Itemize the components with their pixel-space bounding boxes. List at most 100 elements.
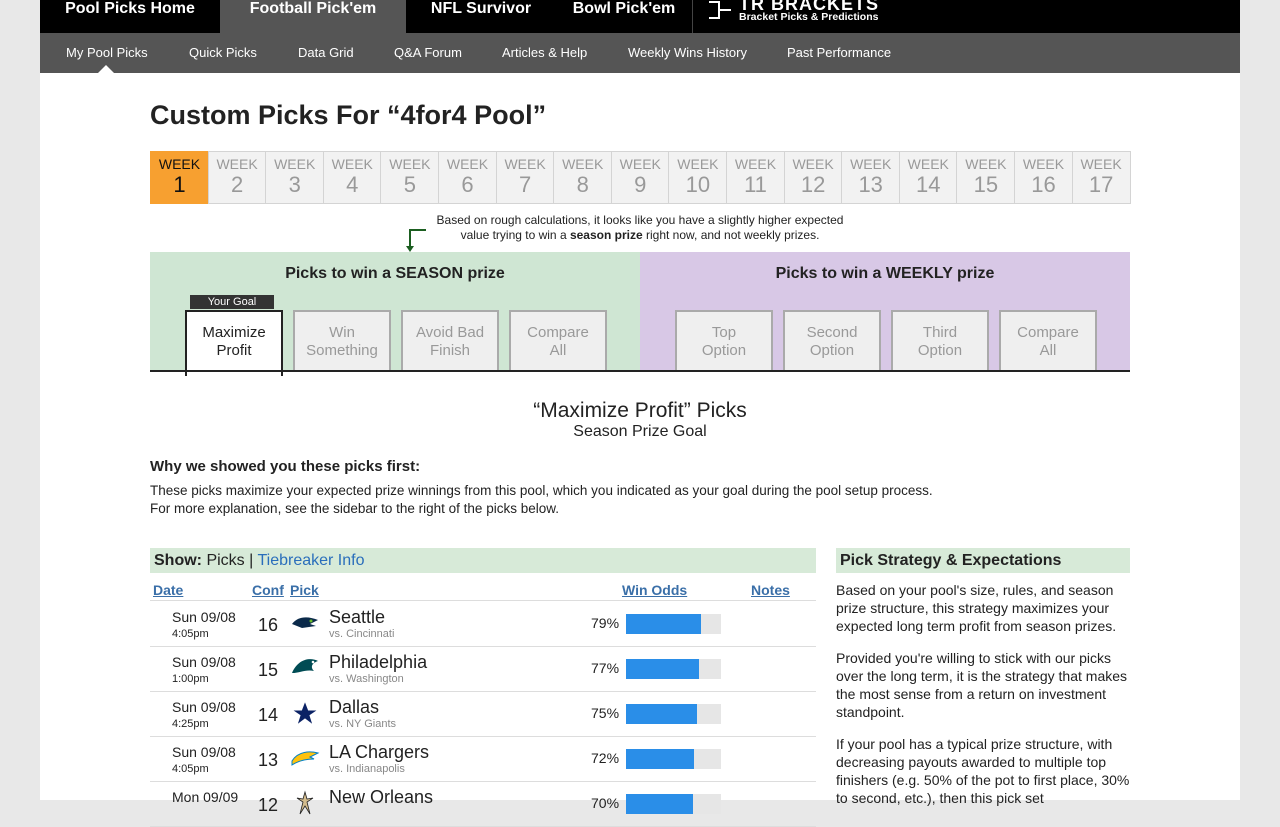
sidebar-paragraph-1: Based on your pool's size, rules, and se… (836, 582, 1117, 634)
week-tab-2[interactable]: WEEK 2 (207, 151, 267, 204)
option-compare-all-season[interactable]: Compare All (509, 310, 607, 372)
tab-label: NFL Survivor (430, 0, 532, 17)
show-label: Show: (154, 552, 202, 569)
active-indicator-caret (98, 65, 114, 73)
pick-row[interactable]: Sun 09/08 4:05pm 13 LA Chargers vs. Indianap… (150, 736, 816, 782)
win-odds-column-header[interactable]: Win Odds (622, 582, 687, 598)
goal-tabs-baseline (150, 370, 1130, 372)
week-tab-16[interactable]: WEEK 16 (1014, 151, 1073, 204)
opponent: vs. Indianapolis (329, 763, 405, 775)
week-number: 3 (288, 172, 301, 197)
subnav-quick-picks[interactable]: Quick Picks (189, 45, 257, 60)
tiebreaker-info-link[interactable]: Tiebreaker Info (257, 552, 364, 569)
tab-label: Bowl Pick'em (572, 0, 676, 17)
week-number: 11 (744, 172, 767, 197)
week-label: WEEK (677, 156, 719, 172)
tab-bowl-pickem[interactable]: Bowl Pick'em (556, 0, 692, 33)
week-tab-9[interactable]: WEEK 9 (610, 151, 670, 204)
option-maximize-profit[interactable]: Maximize Profit (185, 310, 283, 376)
week-number: 2 (230, 172, 244, 197)
week-number: 14 (916, 172, 941, 197)
top-navigation: Pool Picks Home Football Pick'em NFL Sur… (40, 0, 1240, 33)
week-tab-14[interactable]: WEEK 14 (898, 151, 958, 204)
week-tab-4[interactable]: WEEK 4 (322, 151, 382, 204)
option-top-option[interactable]: Top Option (675, 310, 773, 372)
week-tab-13[interactable]: WEEK 13 (841, 151, 901, 204)
week-label: WEEK (274, 156, 316, 172)
week-tab-5[interactable]: WEEK 5 (380, 151, 440, 204)
opponent: vs. NY Giants (329, 718, 397, 730)
sidebar-title: Pick Strategy & Expectations (836, 548, 1130, 573)
sub-navigation: My Pool Picks Quick Picks Data Grid Q&A … (40, 33, 1240, 73)
picked-team[interactable]: Philadelphia (329, 652, 427, 673)
week-label: WEEK (331, 156, 373, 172)
pick-column-header[interactable]: Pick (290, 582, 319, 598)
week-tab-7[interactable]: WEEK 7 (495, 151, 555, 204)
week-label: WEEK (965, 156, 1007, 172)
game-date: Mon 09/09 (172, 789, 239, 805)
win-odds-percent: 72% (591, 750, 620, 766)
weekly-prize-title: Picks to win a WEEKLY prize (775, 265, 995, 282)
week-tab-12[interactable]: WEEK 12 (783, 151, 843, 204)
week-tab-1[interactable]: WEEK 1 (150, 151, 209, 204)
week-tab-3[interactable]: WEEK 3 (265, 151, 325, 204)
week-number: 6 (461, 172, 474, 197)
conf-column-header[interactable]: Conf (252, 582, 284, 598)
why-line-1: These picks maximize your expected prize… (150, 483, 933, 498)
bracket-icon (709, 1, 731, 19)
game-date: Sun 09/08 (172, 609, 236, 625)
option-win-something[interactable]: Win Something (293, 310, 391, 372)
picked-team[interactable]: Seattle (329, 607, 385, 628)
week-number: 5 (403, 172, 417, 197)
pick-row[interactable]: Sun 09/08 4:25pm 14 Dallas vs. NY Giants 75% (150, 691, 816, 737)
option-third-option[interactable]: Third Option (891, 310, 989, 372)
subnav-past-performance[interactable]: Past Performance (787, 45, 891, 60)
tr-brackets-brand[interactable]: TR BRACKETS Bracket Picks & Predictions (692, 0, 878, 33)
option-avoid-bad-finish[interactable]: Avoid Bad Finish (401, 310, 499, 372)
hint-line-1: Based on rough calculations, it looks li… (436, 213, 844, 227)
game-time: 4:05pm (172, 628, 209, 640)
week-number: 12 (800, 172, 826, 197)
date-column-header[interactable]: Date (153, 582, 183, 598)
week-number: 1 (173, 172, 186, 197)
hint-emphasis: season prize (569, 228, 643, 242)
pick-row[interactable]: Mon 09/09 12 New Orleans 70% (150, 781, 816, 827)
win-odds-bar-fill (626, 749, 695, 769)
week-tab-10[interactable]: WEEK 10 (668, 151, 728, 204)
picked-team[interactable]: Dallas (329, 697, 379, 718)
win-odds-percent: 79% (591, 615, 620, 631)
week-number: 10 (685, 172, 711, 197)
subnav-weekly-wins-history[interactable]: Weekly Wins History (628, 45, 747, 60)
picked-team[interactable]: LA Chargers (329, 742, 429, 763)
picks-section-subtitle: Season Prize Goal (573, 423, 707, 440)
subnav-data-grid[interactable]: Data Grid (298, 45, 354, 60)
tab-football-pickem[interactable]: Football Pick'em (220, 0, 406, 33)
week-selector: WEEK 1 WEEK 2 WEEK 3 WEEK 4 WEEK 5 WEEK 6 WEEK 7 WEEK 8… (150, 151, 1131, 204)
subnav-qa-forum[interactable]: Q&A Forum (394, 45, 462, 60)
week-label: WEEK (907, 156, 949, 172)
week-tab-15[interactable]: WEEK 15 (956, 151, 1016, 204)
cowboys-logo-icon (290, 699, 320, 727)
tab-nfl-survivor[interactable]: NFL Survivor (406, 0, 556, 33)
option-second-option[interactable]: Second Option (783, 310, 881, 372)
notes-column-header[interactable]: Notes (751, 582, 790, 598)
pick-row[interactable]: Sun 09/08 4:05pm 16 Seattle vs. Cincinnati 79… (150, 601, 816, 647)
week-tab-8[interactable]: WEEK 8 (553, 151, 613, 204)
picked-team[interactable]: New Orleans (329, 787, 433, 808)
why-explanation: These picks maximize your expected prize… (150, 482, 1050, 518)
why-line-2: For more explanation, see the sidebar to… (150, 501, 559, 516)
arrow-down-icon (406, 229, 426, 252)
week-tab-11[interactable]: WEEK 11 (726, 151, 785, 204)
subnav-articles-help[interactable]: Articles & Help (502, 45, 587, 60)
week-number: 17 (1088, 172, 1114, 197)
win-odds-bar-fill (626, 614, 702, 634)
week-label: WEEK (446, 156, 489, 172)
week-tab-6[interactable]: WEEK 6 (438, 151, 497, 204)
subnav-my-pool-picks[interactable]: My Pool Picks (66, 45, 148, 60)
week-label: WEEK (734, 156, 777, 172)
week-label: WEEK (1080, 156, 1122, 172)
tab-pool-picks-home[interactable]: Pool Picks Home (40, 0, 220, 33)
week-tab-17[interactable]: WEEK 17 (1071, 151, 1131, 204)
option-compare-all-weekly[interactable]: Compare All (999, 310, 1097, 372)
pick-row[interactable]: Sun 09/08 1:00pm 15 Philadelphia vs. Washing… (150, 646, 816, 692)
